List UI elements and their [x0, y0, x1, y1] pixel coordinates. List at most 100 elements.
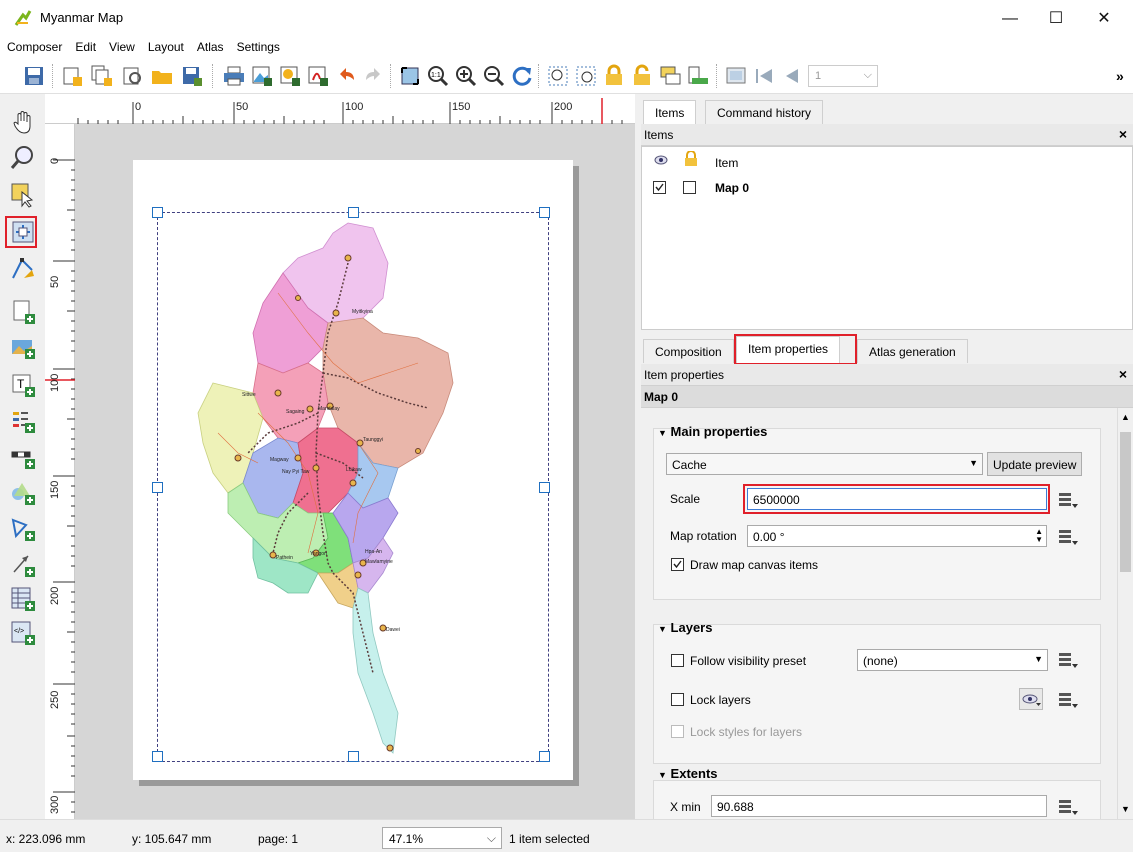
follow-preset-checkbox[interactable] [671, 654, 684, 667]
resize-handle[interactable] [152, 207, 163, 218]
lock-icon [684, 150, 698, 167]
ruler-v-50: 50 [49, 275, 61, 288]
main-properties-title[interactable]: ▼ Main properties [658, 424, 767, 439]
toolbar-overflow-button[interactable]: » [1116, 68, 1124, 84]
add-image-icon[interactable] [10, 334, 36, 360]
item-lock-checkbox[interactable] [683, 181, 696, 194]
lower-icon[interactable] [686, 64, 710, 88]
open-template-icon[interactable] [150, 64, 174, 88]
edit-nodes-icon[interactable] [10, 256, 36, 282]
add-table-icon[interactable] [10, 586, 36, 612]
maximize-button[interactable]: ☐ [1033, 6, 1079, 32]
menu-atlas[interactable]: Atlas [190, 36, 230, 54]
close-icon[interactable]: × [1119, 126, 1127, 142]
tab-composition[interactable]: Composition [643, 339, 734, 363]
refresh-icon[interactable] [510, 64, 534, 88]
spin-arrows-icon[interactable]: ▲ ▼ [1035, 528, 1043, 544]
menu-view[interactable]: View [102, 36, 141, 54]
atlas-preview-icon[interactable] [724, 64, 748, 88]
group-icon[interactable] [546, 64, 570, 88]
add-label-icon[interactable]: T [10, 372, 36, 398]
add-shape-icon[interactable] [10, 480, 36, 506]
export-svg-icon[interactable] [278, 64, 302, 88]
close-button[interactable]: ✕ [1081, 6, 1127, 32]
data-defined-icon[interactable] [1057, 490, 1079, 510]
composer-canvas[interactable]: Myitkyina Sittwe Sagaing Mandalay Taungg… [75, 124, 635, 819]
export-image-icon[interactable] [250, 64, 274, 88]
xmin-label: X min [670, 800, 701, 814]
menu-edit[interactable]: Edit [68, 36, 102, 54]
unlock-icon[interactable] [630, 64, 654, 88]
cache-dropdown[interactable]: Cache ▼ [666, 453, 983, 475]
close-icon[interactable]: × [1119, 366, 1127, 382]
add-polygon-icon[interactable] [10, 516, 36, 542]
zoom-out-icon[interactable] [482, 64, 506, 88]
item-map-0[interactable]: Map 0 [715, 181, 749, 195]
properties-scrollbar[interactable]: ▲ ▼ [1117, 408, 1133, 819]
print-icon[interactable] [222, 64, 246, 88]
export-pdf-icon[interactable] [306, 64, 330, 88]
left-toolbar: T </> [0, 94, 45, 819]
resize-handle[interactable] [152, 482, 163, 493]
composer-manager-icon[interactable] [120, 64, 144, 88]
new-composer-icon[interactable] [60, 64, 84, 88]
add-legend-icon[interactable] [10, 408, 36, 434]
previous-feature-icon[interactable] [780, 64, 804, 88]
add-map-icon[interactable] [10, 299, 36, 325]
zoom-full-icon[interactable] [398, 64, 422, 88]
zoom-combobox[interactable]: 47.1% ⌵ [382, 827, 502, 849]
data-defined-icon[interactable] [1057, 527, 1079, 547]
resize-handle[interactable] [539, 751, 550, 762]
select-move-icon[interactable] [10, 182, 36, 208]
tab-atlas-generation[interactable]: Atlas generation [857, 339, 968, 363]
map-rotation-input[interactable]: 0.00 ° ▲ ▼ [747, 525, 1047, 547]
draw-map-canvas-checkbox[interactable] [671, 558, 684, 571]
zoom-in-icon[interactable] [454, 64, 478, 88]
preset-dropdown[interactable]: (none) ▼ [857, 649, 1048, 671]
data-defined-icon[interactable] [1057, 797, 1079, 817]
zoom-tool-icon[interactable] [10, 144, 36, 170]
undo-icon[interactable] [334, 64, 358, 88]
layer-visibility-icon[interactable] [1019, 688, 1043, 710]
add-scalebar-icon[interactable] [10, 444, 36, 470]
add-html-icon[interactable]: </> [10, 620, 36, 646]
menu-settings[interactable]: Settings [230, 36, 286, 54]
ungroup-icon[interactable] [574, 64, 598, 88]
resize-handle[interactable] [152, 751, 163, 762]
item-visible-checkbox[interactable] [653, 181, 666, 194]
menu-layout[interactable]: Layout [141, 36, 190, 54]
extents-title[interactable]: ▼ Extents [658, 766, 718, 781]
raise-icon[interactable] [658, 64, 682, 88]
resize-handle[interactable] [348, 207, 359, 218]
layers-title[interactable]: ▼ Layers [658, 620, 712, 635]
save-template-icon[interactable] [180, 64, 204, 88]
resize-handle[interactable] [348, 751, 359, 762]
resize-handle[interactable] [539, 207, 550, 218]
scroll-up-icon[interactable]: ▲ [1121, 412, 1130, 422]
data-defined-icon[interactable] [1057, 650, 1079, 670]
data-defined-icon[interactable] [1057, 690, 1079, 710]
save-icon[interactable] [22, 64, 46, 88]
redo-icon[interactable] [362, 64, 386, 88]
ruler-v-0: 0 [49, 157, 61, 164]
first-feature-icon[interactable] [752, 64, 776, 88]
xmin-input[interactable]: 90.688 [711, 795, 1047, 817]
lock-layers-checkbox[interactable] [671, 693, 684, 706]
map-item[interactable]: Myitkyina Sittwe Sagaing Mandalay Taungg… [152, 207, 550, 762]
resize-handle[interactable] [539, 482, 550, 493]
scroll-down-icon[interactable]: ▼ [1121, 804, 1130, 814]
minimize-button[interactable]: — [987, 6, 1033, 32]
scroll-thumb[interactable] [1120, 432, 1131, 572]
tab-items[interactable]: Items [643, 100, 697, 124]
menu-composer[interactable]: Composer [0, 36, 68, 54]
tab-command-history[interactable]: Command history [705, 100, 824, 124]
zoom-actual-icon[interactable]: 1:1 [426, 64, 450, 88]
update-preview-button[interactable]: Update preview [987, 452, 1083, 476]
atlas-page-spinbox[interactable]: 1 ⌵ [808, 65, 878, 87]
add-arrow-icon[interactable] [10, 552, 36, 578]
collapse-arrow-icon: ▼ [658, 428, 667, 438]
pan-icon[interactable] [10, 110, 36, 136]
composer-window: Myanmar Map — ☐ ✕ Composer Edit View Layout… [0, 0, 1133, 852]
duplicate-composer-icon[interactable] [90, 64, 114, 88]
lock-icon[interactable] [602, 64, 626, 88]
